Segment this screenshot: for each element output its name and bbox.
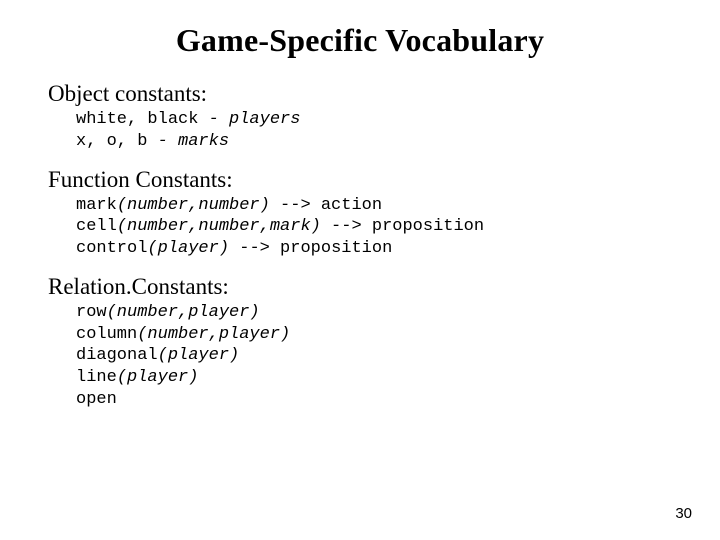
rel-line-0-name: row [76,303,107,322]
fn-line-2-args: (player) [147,239,229,258]
rel-line-1-name: column [76,325,137,344]
fn-line-0-args: (number,number) [117,196,270,215]
rel-line-1-args: (number,player) [137,325,290,344]
fn-line-2-name: control [76,239,147,258]
page-number: 30 [675,505,692,522]
rel-line-4-name: open [76,390,117,409]
section-heading-object: Object constants: [48,81,672,107]
fn-line-1-ret: --> proposition [321,217,484,236]
slide: Game-Specific Vocabulary Object constant… [0,0,720,540]
rel-line-3-name: line [76,368,117,387]
fn-line-2-ret: --> proposition [229,239,392,258]
obj-line-1-literal: x, o, b [76,132,147,151]
fn-line-0-ret: --> action [270,196,382,215]
code-block-function: mark(number,number) --> action cell(numb… [76,195,672,260]
obj-line-0-literal: white, black [76,110,198,129]
code-block-object: white, black - players x, o, b - marks [76,109,672,153]
fn-line-1-name: cell [76,217,117,236]
rel-line-2-args: (player) [158,346,240,365]
rel-line-0-args: (number,player) [107,303,260,322]
fn-line-1-args: (number,number,mark) [117,217,321,236]
obj-line-0-desc: - players [198,110,300,129]
slide-title: Game-Specific Vocabulary [48,22,672,59]
code-block-relation: row(number,player) column(number,player)… [76,302,672,411]
section-heading-function: Function Constants: [48,167,672,193]
obj-line-1-desc: - marks [147,132,229,151]
fn-line-0-name: mark [76,196,117,215]
section-heading-relation: Relation.Constants: [48,274,672,300]
rel-line-3-args: (player) [117,368,199,387]
rel-line-2-name: diagonal [76,346,158,365]
